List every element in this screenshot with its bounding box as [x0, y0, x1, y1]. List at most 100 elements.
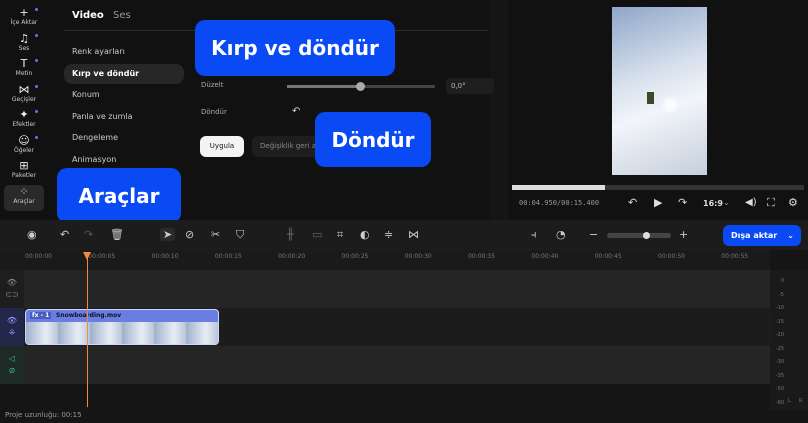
zoom-thumb[interactable]	[643, 232, 650, 239]
track-controls: ◁ ⊘	[0, 346, 24, 384]
export-button[interactable]: Dışa aktar ⌄	[723, 225, 801, 246]
chevron-down-icon[interactable]: ⌄	[787, 225, 794, 246]
transition-icon[interactable]: ⋈	[408, 228, 419, 241]
straighten-input[interactable]: 0,0°	[446, 78, 494, 94]
meter-channel-label: R	[799, 398, 803, 404]
filter-icon[interactable]: ◐	[360, 228, 370, 241]
chevron-down-icon[interactable]: ⌄	[723, 198, 730, 207]
redo-icon[interactable]: ↷	[84, 228, 93, 241]
select-tool-icon[interactable]: ➤	[160, 228, 176, 241]
volume-icon[interactable]: ◀)	[745, 197, 757, 208]
sidebar-item-6[interactable]: ⊞ Paketler	[4, 159, 44, 185]
eye-icon[interactable]: 👁	[7, 316, 17, 325]
menu-item-5[interactable]: Animasyon	[64, 150, 184, 170]
mask-icon[interactable]: ⛉	[236, 228, 244, 242]
settings-icon[interactable]: ⚙	[788, 196, 798, 209]
straighten-label: Düzelt	[201, 81, 224, 89]
timeline-ruler[interactable]: 00:00:00 00:00:05 00:00:10 00:00:15 00:00:20…	[0, 250, 770, 270]
audio-meter: 0 -5 -10 -15 -20 -25 -30 -35 -50 -60 L R	[770, 270, 808, 410]
aspect-ratio-select[interactable]: 16:9	[703, 199, 723, 208]
video-clip[interactable]: fx - 1 Snowboarding.mov	[25, 309, 219, 345]
tab-audio[interactable]: Ses	[113, 10, 131, 21]
ruler-tick-label: 00:00:55	[721, 253, 749, 260]
left-sidebar: + İçe Aktar ♫ Ses T Metin ⋈ Geçişler ✦ Efektler ☺ Ö…	[0, 0, 48, 220]
new-dot	[35, 59, 38, 62]
snap-icon[interactable]: ⊘	[185, 228, 194, 241]
meter-channel-label: L	[788, 398, 791, 404]
sidebar-item-2[interactable]: T Metin	[4, 57, 44, 83]
slider-fill	[287, 85, 361, 88]
ruler-tick-label: 00:00:05	[88, 253, 116, 260]
sidebar-item-4[interactable]: ✦ Efektler	[4, 108, 44, 134]
zoom-slider[interactable]	[607, 232, 671, 239]
undo-icon[interactable]: ↶	[60, 228, 69, 241]
split-audio-icon[interactable]: ⫞	[531, 228, 537, 242]
menu-item-0[interactable]: Renk ayarları	[64, 42, 184, 62]
export-label: Dışa aktar	[731, 231, 778, 240]
sparkle-icon: ✦	[19, 108, 29, 121]
meter-label: -30	[775, 359, 784, 365]
link-icon[interactable]: ⊂⊃	[5, 290, 18, 299]
play-icon[interactable]: ▶	[654, 196, 662, 209]
playback-progress[interactable]	[512, 185, 804, 190]
zoom-in-icon[interactable]: +	[679, 228, 688, 241]
playhead-handle[interactable]	[83, 252, 91, 260]
rewind-icon[interactable]: ↶	[628, 196, 637, 209]
meter-label: -15	[775, 318, 784, 325]
ruler-tick-label: 00:00:35	[468, 253, 496, 260]
sidebar-item-3[interactable]: ⋈ Geçişler	[4, 83, 44, 109]
package-icon: ⊞	[19, 159, 29, 172]
meter-label: -10	[775, 305, 784, 311]
sidebar-item-7[interactable]: ⁘ Araçlar	[4, 184, 44, 211]
ruler-tick-label: 00:00:45	[594, 253, 622, 260]
sun	[662, 97, 678, 113]
ruler-tick-label: 00:00:40	[531, 253, 559, 260]
sidebar-item-0[interactable]: + İçe Aktar	[4, 6, 44, 32]
meter-label: -60	[775, 399, 784, 406]
sidebar-item-label: Öğeler	[13, 146, 35, 154]
rotate-label: Döndür	[201, 108, 227, 116]
split-icon[interactable]: ✂	[211, 228, 220, 241]
clip-thumbnails	[26, 322, 218, 344]
menu-item-4[interactable]: Dengeleme	[64, 128, 184, 148]
apply-button[interactable]: Uygula	[200, 136, 244, 157]
sidebar-item-label: Metin	[15, 70, 33, 77]
straighten-slider[interactable]	[287, 82, 435, 91]
menu-item-3[interactable]: Panla ve zumla	[64, 107, 184, 127]
fx-badge: fx - 1	[30, 312, 52, 319]
record-icon[interactable]: ◉	[27, 228, 37, 241]
callout-rotate: Döndür	[315, 112, 431, 167]
adjust-icon[interactable]: ≑	[384, 228, 393, 241]
tab-video[interactable]: Video	[72, 10, 104, 21]
audio-icon[interactable]: ◁	[9, 354, 15, 363]
meter-label: -5	[779, 291, 784, 298]
menu-item-2[interactable]: Konum	[64, 85, 184, 105]
sidebar-item-5[interactable]: ☺ Öğeler	[4, 134, 44, 160]
zoom-out-icon[interactable]: −	[589, 228, 598, 241]
track-controls: 👁 ⊂⊃	[0, 270, 24, 308]
grid-icon[interactable]: ⁜	[9, 328, 16, 337]
sidebar-item-label: İçe Aktar	[10, 19, 38, 26]
ruler-tick-label: 00:00:10	[151, 253, 179, 260]
delete-icon[interactable]: 🗑	[110, 228, 124, 241]
captions-icon[interactable]: ▭	[312, 228, 322, 241]
sidebar-item-1[interactable]: ♫ Ses	[4, 32, 44, 58]
ruler-tick-label: 00:00:15	[214, 253, 242, 260]
track-audio: ◁ ⊘	[0, 346, 770, 384]
fullscreen-icon[interactable]: ⛶	[767, 196, 775, 210]
music-icon: ♫	[19, 31, 29, 45]
slider-thumb[interactable]	[356, 82, 365, 91]
menu-item-1[interactable]: Kırp ve döndür	[64, 63, 184, 84]
meter-label: -20	[775, 332, 784, 338]
track-empty: 👁 ⊂⊃	[0, 270, 770, 308]
speed-icon[interactable]: ◔	[556, 228, 566, 241]
playhead[interactable]	[83, 252, 91, 407]
crop-icon[interactable]: ⌗	[337, 228, 343, 242]
eye-icon[interactable]: 👁	[7, 278, 17, 287]
forward-icon[interactable]: ↷	[678, 196, 687, 209]
callout-crop-rotate: Kırp ve döndür	[195, 20, 395, 76]
audio-icon[interactable]: ╫	[287, 228, 294, 241]
rotate-icon[interactable]: ↶	[292, 106, 300, 117]
meter-label: -25	[775, 345, 784, 352]
mute-icon[interactable]: ⊘	[9, 366, 16, 375]
